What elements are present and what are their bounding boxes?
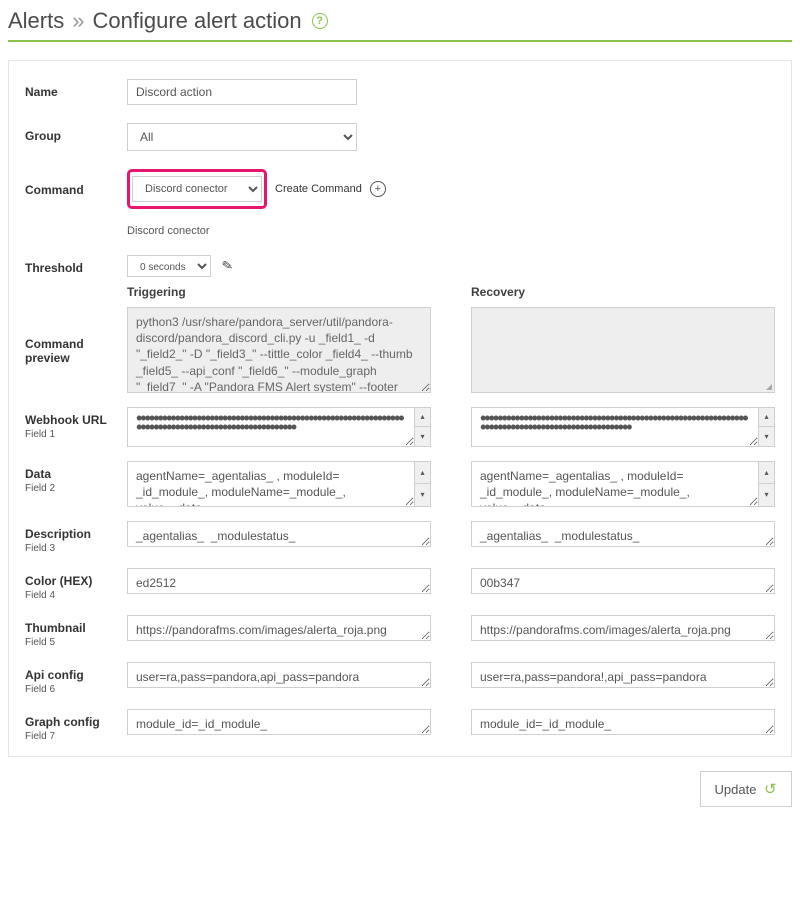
label-field7: Graph configField 7	[25, 709, 117, 742]
label-field6: Api configField 6	[25, 662, 117, 695]
breadcrumb: Alerts » Configure alert action ?	[8, 0, 792, 42]
label-group: Group	[25, 123, 117, 143]
label-field2: DataField 2	[25, 461, 117, 494]
pencil-icon[interactable]: ✎	[221, 257, 235, 275]
label-preview: Command preview	[25, 307, 117, 365]
field5-trigger[interactable]: https://pandorafms.com/images/alerta_roj…	[127, 615, 431, 641]
stepper-up-icon[interactable]: ▴	[415, 408, 430, 427]
stepper-up-icon[interactable]: ▴	[759, 408, 774, 427]
label-threshold: Threshold	[25, 255, 117, 275]
help-icon[interactable]: ?	[312, 13, 328, 29]
field1-recovery[interactable]: ••••••••••••••••••••••••••••••••••••••••…	[471, 407, 759, 447]
field2-recovery[interactable]: agentName=_agentalias_ , moduleId= _id_m…	[471, 461, 759, 507]
field5-recovery[interactable]: https://pandorafms.com/images/alerta_roj…	[471, 615, 775, 641]
label-field4: Color (HEX)Field 4	[25, 568, 117, 601]
stepper-down-icon[interactable]: ▾	[759, 427, 774, 446]
field3-trigger[interactable]: _agentalias_ _modulestatus_	[127, 521, 431, 547]
threshold-select[interactable]: 0 seconds	[127, 255, 211, 277]
label-field5: ThumbnailField 5	[25, 615, 117, 648]
stepper-up-icon[interactable]: ▴	[759, 462, 774, 484]
update-button[interactable]: Update ↻	[700, 771, 793, 807]
form-card: Name Group All Command Discord conector …	[8, 60, 792, 757]
field3-recovery[interactable]: _agentalias_ _modulestatus_	[471, 521, 775, 547]
group-select[interactable]: All	[127, 123, 357, 151]
field4-trigger[interactable]: ed2512	[127, 568, 431, 594]
breadcrumb-root[interactable]: Alerts	[8, 8, 64, 34]
stepper-up-icon[interactable]: ▴	[415, 462, 430, 484]
field1-trigger[interactable]: ••••••••••••••••••••••••••••••••••••••••…	[127, 407, 415, 447]
create-command-link[interactable]: Create Command	[275, 183, 362, 195]
stepper-down-icon[interactable]: ▾	[415, 484, 430, 506]
field2-trigger[interactable]: agentName=_agentalias_ , moduleId= _id_m…	[127, 461, 415, 507]
command-note: Discord conector	[127, 225, 775, 237]
field6-trigger[interactable]: user=ra,pass=pandora,api_pass=pandora	[127, 662, 431, 688]
name-input[interactable]	[127, 79, 357, 105]
label-name: Name	[25, 79, 117, 99]
col-triggering: Triggering	[127, 285, 431, 299]
preview-trigger: python3 /usr/share/pandora_server/util/p…	[127, 307, 431, 393]
col-recovery: Recovery	[471, 285, 775, 299]
page-title: Configure alert action	[93, 8, 302, 34]
field7-recovery[interactable]: module_id=_id_module_	[471, 709, 775, 735]
field7-trigger[interactable]: module_id=_id_module_	[127, 709, 431, 735]
plus-icon[interactable]: +	[370, 181, 386, 197]
preview-recovery	[471, 307, 775, 393]
label-field1: Webhook URLField 1	[25, 407, 117, 440]
label-command: Command	[25, 169, 117, 197]
command-highlight: Discord conector	[127, 169, 267, 209]
label-field3: DescriptionField 3	[25, 521, 117, 554]
breadcrumb-separator: »	[72, 8, 84, 34]
field6-recovery[interactable]: user=ra,pass=pandora!,api_pass=pandora	[471, 662, 775, 688]
stepper-down-icon[interactable]: ▾	[759, 484, 774, 506]
stepper-down-icon[interactable]: ▾	[415, 427, 430, 446]
refresh-icon: ↻	[764, 780, 777, 798]
field4-recovery[interactable]: 00b347	[471, 568, 775, 594]
command-select[interactable]: Discord conector	[132, 176, 262, 202]
